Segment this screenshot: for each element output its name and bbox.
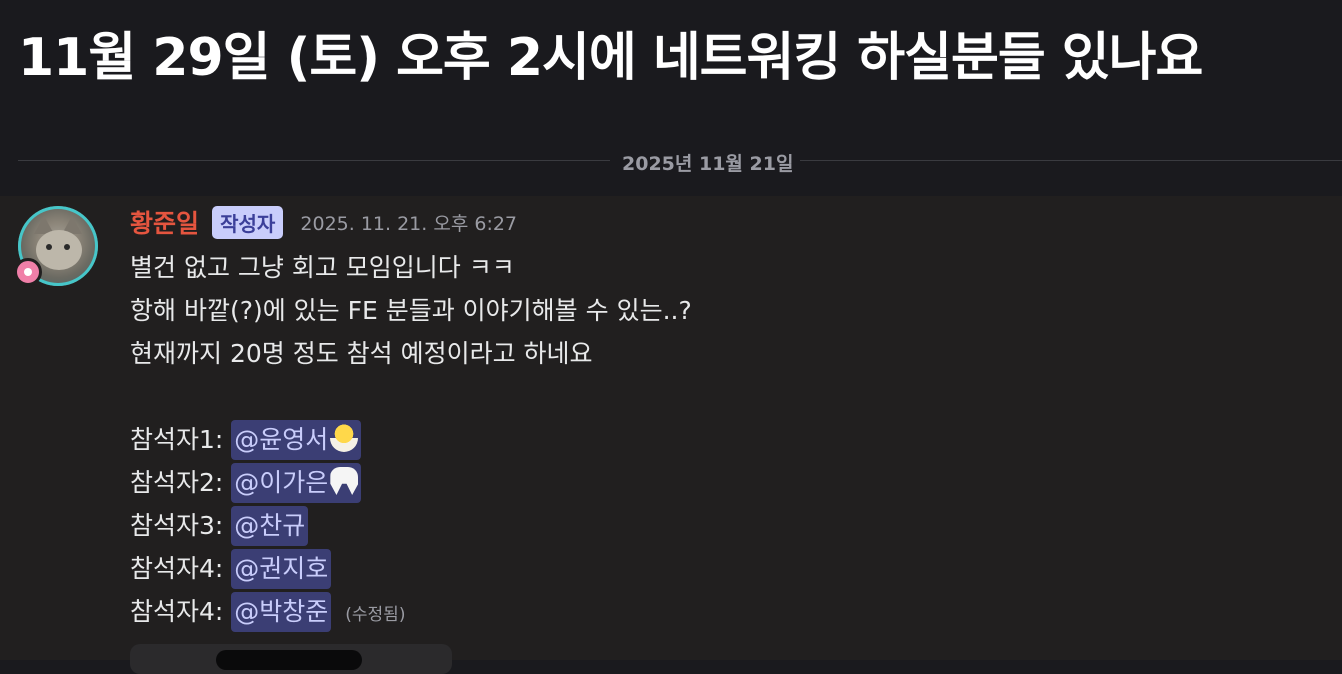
attendee-label: 참석자1: xyxy=(130,425,224,454)
date-divider: 2025년 11월 21일 xyxy=(18,148,1342,175)
tooth-emoji-icon xyxy=(330,467,359,495)
attendee-label: 참석자4: xyxy=(130,597,224,626)
attendee-label: 참석자2: xyxy=(130,468,224,497)
user-mention[interactable]: @찬규 xyxy=(231,506,309,546)
thread-title: 11월 29일 (토) 오후 2시에 네트워킹 하실분들 있나요 xyxy=(18,28,1203,88)
thread-header: 11월 29일 (토) 오후 2시에 네트워킹 하실분들 있나요 2025년 1… xyxy=(0,0,1342,196)
divider-line-left xyxy=(18,160,610,161)
divider-line-right xyxy=(800,160,1342,161)
author-name[interactable]: 황준일 xyxy=(130,209,199,238)
attendee-label: 참석자4: xyxy=(130,554,224,583)
attendee-label: 참석자3: xyxy=(130,511,224,540)
attendee-line: 참석자1: @윤영서 xyxy=(130,418,1310,461)
attendee-line: 참석자2: @이가은 xyxy=(130,461,1310,504)
user-mention[interactable]: @박창준 xyxy=(231,592,332,632)
embed-preview[interactable] xyxy=(130,644,452,674)
message-line: 별건 없고 그냥 회고 모임입니다 ㅋㅋ xyxy=(130,253,515,282)
avatar-cat-face xyxy=(36,230,82,270)
hatching-chick-emoji-icon xyxy=(330,424,359,452)
message-body: 별건 없고 그냥 회고 모임입니다 ㅋㅋ 항해 바깥(?)에 있는 FE 분들과… xyxy=(130,246,1310,633)
avatar-cat-eye xyxy=(64,244,70,250)
message-line: 현재까지 20명 정도 참석 예정이라고 하네요 xyxy=(130,339,593,368)
user-mention[interactable]: @권지호 xyxy=(231,549,332,589)
message-header: 황준일 작성자 2025. 11. 21. 오후 6:27 xyxy=(130,204,517,240)
avatar-cat-eye xyxy=(46,244,52,250)
message: 황준일 작성자 2025. 11. 21. 오후 6:27 별건 없고 그냥 회… xyxy=(0,196,1342,674)
edited-indicator: (수정됨) xyxy=(345,605,406,625)
attendee-line: 참석자3: @찬규 xyxy=(130,504,1310,547)
user-mention[interactable]: @이가은 xyxy=(231,463,362,503)
date-divider-label: 2025년 11월 21일 xyxy=(622,153,794,175)
message-timestamp: 2025. 11. 21. 오후 6:27 xyxy=(300,212,518,235)
attendee-line: 참석자4: @박창준 (수정됨) xyxy=(130,590,1310,633)
user-mention[interactable]: @윤영서 xyxy=(231,420,362,460)
avatar-decoration-icon xyxy=(14,258,42,286)
author-tag-badge: 작성자 xyxy=(212,205,284,239)
message-line: 항해 바깥(?)에 있는 FE 분들과 이야기해볼 수 있는..? xyxy=(130,296,692,325)
attendee-line: 참석자4: @권지호 xyxy=(130,547,1310,590)
mention-text: @이가은 xyxy=(234,468,329,497)
mention-text: @윤영서 xyxy=(234,425,329,454)
embed-thumbnail xyxy=(216,650,362,670)
